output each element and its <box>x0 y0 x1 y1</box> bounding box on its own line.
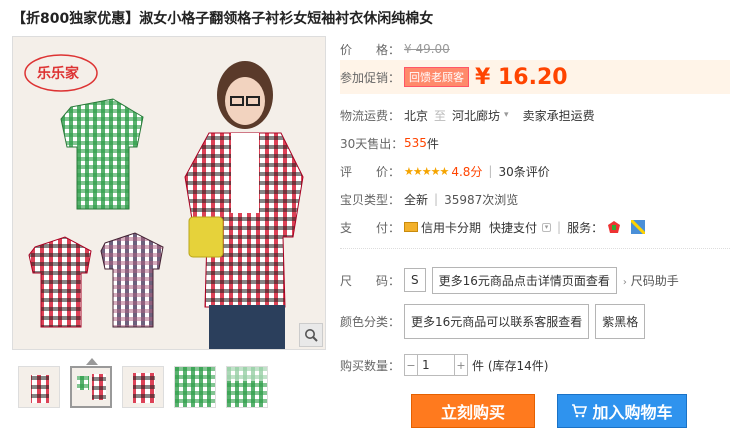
type-views: 35987次浏览 <box>444 192 519 207</box>
increment-button[interactable]: + <box>455 359 467 372</box>
brand-logo: 乐乐家 <box>37 65 80 82</box>
guarantee-icon[interactable] <box>607 220 621 234</box>
rating-stars: ★★★★★ <box>404 164 449 178</box>
thumbnail-4[interactable] <box>174 366 216 408</box>
size-row: 尺 码： S 更多16元商品点击详情页面查看 › 尺码助手 <box>340 266 679 294</box>
sales-label: 30天售出： <box>340 136 404 151</box>
quantity-stepper[interactable]: − 1 + <box>404 354 468 376</box>
type-label: 宝贝类型： <box>340 192 401 207</box>
product-photo: 乐乐家 <box>13 37 325 349</box>
payment-quick[interactable]: 快捷支付 <box>489 219 537 236</box>
magnifier-icon <box>305 329 318 342</box>
buy-now-button[interactable]: 立刻购买 <box>411 394 535 428</box>
payment-label: 支 付： <box>340 220 401 235</box>
shipping-sep: 至 <box>434 108 447 123</box>
zoom-button[interactable] <box>299 323 323 347</box>
shipping-row: 物流运费： 北京 至 河北廊坊 ▾ 卖家承担运费 <box>340 104 595 126</box>
product-title: 【折800独家优惠】淑女小格子翻领格子衬衫女短袖衬衣休闲纯棉女 <box>12 11 434 27</box>
size-label: 尺 码： <box>340 273 401 288</box>
quantity-row: 购买数量： − 1 + 件 (库存14件) <box>340 354 548 376</box>
credit-card-icon <box>404 222 418 232</box>
sales-unit: 件 <box>426 136 439 151</box>
thumbnail-selected-indicator <box>86 358 98 365</box>
payment-row: 支 付： 信用卡分期 快捷支付 ▾ | 服务： <box>340 216 647 238</box>
arrow-right-icon: › <box>622 276 627 288</box>
sales-row: 30天售出： 535 件 <box>340 132 439 154</box>
consumer-protection-icon[interactable] <box>630 218 647 236</box>
divider <box>340 248 730 249</box>
original-price: ¥ 49.00 <box>404 42 450 56</box>
shipping-fee: 卖家承担运费 <box>522 108 595 123</box>
promo-price: ¥ 16.20 <box>475 64 568 90</box>
thumbnail-3[interactable] <box>122 366 164 408</box>
quantity-input[interactable]: 1 <box>417 355 455 375</box>
promo-label: 参加促销： <box>340 70 401 85</box>
rating-reviews-link[interactable]: 30条评价 <box>498 163 549 180</box>
color-option-purple-black[interactable]: 紫黑格 <box>595 303 646 339</box>
size-helper-link[interactable]: › 尺码助手 <box>623 272 679 289</box>
payment-method[interactable]: 信用卡分期 <box>421 219 481 236</box>
add-to-cart-label: 加入购物车 <box>592 403 673 422</box>
chevron-down-icon[interactable]: ▾ <box>504 110 509 120</box>
rating-row: 评 价： ★★★★★ 4.8分 | 30条评价 <box>340 163 550 180</box>
size-option-s[interactable]: S <box>404 268 426 292</box>
thumbnail-5[interactable] <box>226 366 268 408</box>
type-row: 宝贝类型： 全新 | 35987次浏览 <box>340 192 519 207</box>
cart-icon <box>572 404 588 418</box>
quantity-label: 购买数量： <box>340 358 401 373</box>
main-product-image[interactable]: 乐乐家 <box>12 36 326 350</box>
type-condition: 全新 <box>404 192 429 207</box>
thumbnail-2[interactable] <box>70 366 112 408</box>
color-label: 颜色分类： <box>340 314 401 329</box>
decrement-button[interactable]: − <box>405 359 417 372</box>
price-label: 价 格： <box>340 42 401 57</box>
rating-score: 4.8分 <box>451 164 483 179</box>
stock-info: 件 (库存14件) <box>472 358 549 373</box>
shipping-label: 物流运费： <box>340 108 401 123</box>
promo-tag: 回馈老顾客 <box>404 67 469 87</box>
expand-icon[interactable]: ▾ <box>542 222 552 232</box>
rating-label: 评 价： <box>340 164 401 179</box>
shipping-to[interactable]: 河北廊坊 <box>452 107 500 124</box>
color-option-more[interactable]: 更多16元商品可以联系客服查看 <box>404 303 590 339</box>
add-to-cart-button[interactable]: 加入购物车 <box>557 394 687 428</box>
thumbnail-1[interactable] <box>18 366 60 408</box>
shipping-from: 北京 <box>404 108 429 123</box>
thumbnail-strip <box>18 366 268 408</box>
size-option-more[interactable]: 更多16元商品点击详情页面查看 <box>431 266 617 294</box>
service-label: 服务： <box>567 220 604 235</box>
price-row: 价 格： ¥ 49.00 <box>340 38 450 60</box>
sales-count: 535 <box>404 136 427 150</box>
color-row: 颜色分类： 更多16元商品可以联系客服查看 紫黑格 <box>340 303 651 339</box>
promo-row: 参加促销： 回馈老顾客 ¥ 16.20 <box>340 64 568 90</box>
